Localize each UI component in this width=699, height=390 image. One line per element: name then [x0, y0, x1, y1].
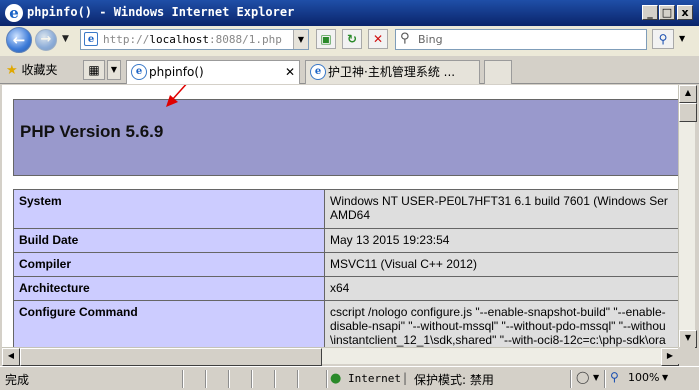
page-viewport: PHP Version 5.6.9 System Windows NT USER… [2, 85, 678, 347]
security-shield-icon[interactable]: ◯ [576, 370, 589, 384]
favorites-button[interactable]: ★ 收藏夹 [6, 61, 58, 78]
close-window-button[interactable]: x [677, 5, 693, 20]
favorites-label: 收藏夹 [21, 63, 58, 77]
back-button[interactable]: ← [6, 27, 32, 53]
scroll-down-icon[interactable]: ▼ [679, 330, 697, 348]
annotation-arrow-head [166, 95, 178, 107]
annotation-arrow [166, 85, 187, 107]
status-bar: 完成 ● Internet | 保护模式: 禁用 ◯ ▼ ⚲ 100% ▼ [0, 366, 699, 390]
search-go-button[interactable]: ⚲ [652, 29, 674, 49]
close-tab-icon[interactable]: ✕ [285, 61, 295, 83]
tab-label: phpinfo() [149, 65, 204, 79]
zoom-dropdown-icon[interactable]: ▼ [662, 373, 668, 382]
page-icon: e [84, 32, 98, 46]
maximize-button[interactable]: □ [659, 5, 675, 20]
status-separator: | [403, 371, 408, 385]
status-divider [251, 370, 253, 388]
scroll-up-icon[interactable]: ▲ [679, 85, 697, 103]
title-bar: e phpinfo() - Windows Internet Explorer … [0, 0, 699, 26]
tab-huweishen[interactable]: e 护卫神·主机管理系统 ... [305, 60, 480, 84]
address-url[interactable]: http://localhost:8088/1.php [103, 33, 282, 46]
vertical-scrollbar[interactable]: ▲ ▼ [678, 85, 697, 348]
tab-bar: ★ 收藏夹 ▦ ▼ e phpinfo() ✕ e 护卫神·主机管理系统 ... [0, 56, 699, 84]
zoom-icon: ⚲ [610, 370, 619, 384]
ie-logo-icon: e [5, 4, 23, 22]
status-divider [205, 370, 207, 388]
search-box[interactable]: ⚲ Bing [395, 29, 647, 50]
search-icon: ⚲ [400, 31, 410, 46]
zoom-level[interactable]: 100% [628, 371, 659, 384]
address-bar[interactable]: e http://localhost:8088/1.php ▼ [80, 29, 309, 50]
search-placeholder: Bing [418, 33, 443, 46]
quick-tabs-icon[interactable]: ▦ [83, 60, 105, 80]
vertical-scroll-thumb[interactable] [679, 103, 697, 122]
status-text: 完成 [5, 373, 30, 387]
status-divider [326, 370, 328, 388]
status-dropdown-icon[interactable]: ▼ [593, 373, 599, 382]
scroll-left-icon[interactable]: ◀ [2, 348, 20, 366]
stop-icon[interactable]: ✕ [368, 29, 388, 49]
status-divider [228, 370, 230, 388]
status-divider [297, 370, 299, 388]
status-divider [274, 370, 276, 388]
zone-label: Internet [348, 372, 401, 385]
annotation-arrow-line [171, 85, 187, 101]
globe-icon: ● [330, 371, 342, 386]
new-tab-button[interactable] [484, 60, 512, 84]
horizontal-scroll-thumb[interactable] [20, 348, 322, 366]
forward-button[interactable]: → [35, 29, 57, 51]
search-options-dropdown-icon[interactable]: ▼ [679, 34, 685, 43]
compatibility-view-icon[interactable]: ▣ [316, 29, 336, 49]
recent-pages-dropdown-icon[interactable]: ▼ [62, 34, 69, 44]
tab-page-icon: e [131, 64, 147, 80]
status-divider [604, 370, 606, 388]
protected-mode-label[interactable]: 保护模式: 禁用 [414, 371, 494, 388]
minimize-button[interactable]: _ [642, 5, 658, 20]
horizontal-scrollbar[interactable]: ◀ ▶ [2, 347, 679, 366]
window-title: phpinfo() - Windows Internet Explorer [27, 5, 295, 19]
address-dropdown-icon[interactable]: ▼ [293, 30, 308, 49]
tab-label: 护卫神·主机管理系统 ... [328, 65, 456, 79]
status-divider [570, 370, 572, 388]
refresh-icon[interactable]: ↻ [342, 29, 362, 49]
star-icon: ★ [6, 63, 18, 78]
tab-page-icon: e [310, 64, 326, 80]
tab-list-dropdown-icon[interactable]: ▼ [107, 60, 121, 80]
address-toolbar: ← → ▼ e http://localhost:8088/1.php ▼ ▣ … [0, 26, 699, 56]
tab-phpinfo[interactable]: e phpinfo() ✕ [126, 60, 300, 84]
scroll-corner [678, 347, 695, 364]
status-divider [182, 370, 184, 388]
scroll-right-icon[interactable]: ▶ [661, 348, 679, 366]
